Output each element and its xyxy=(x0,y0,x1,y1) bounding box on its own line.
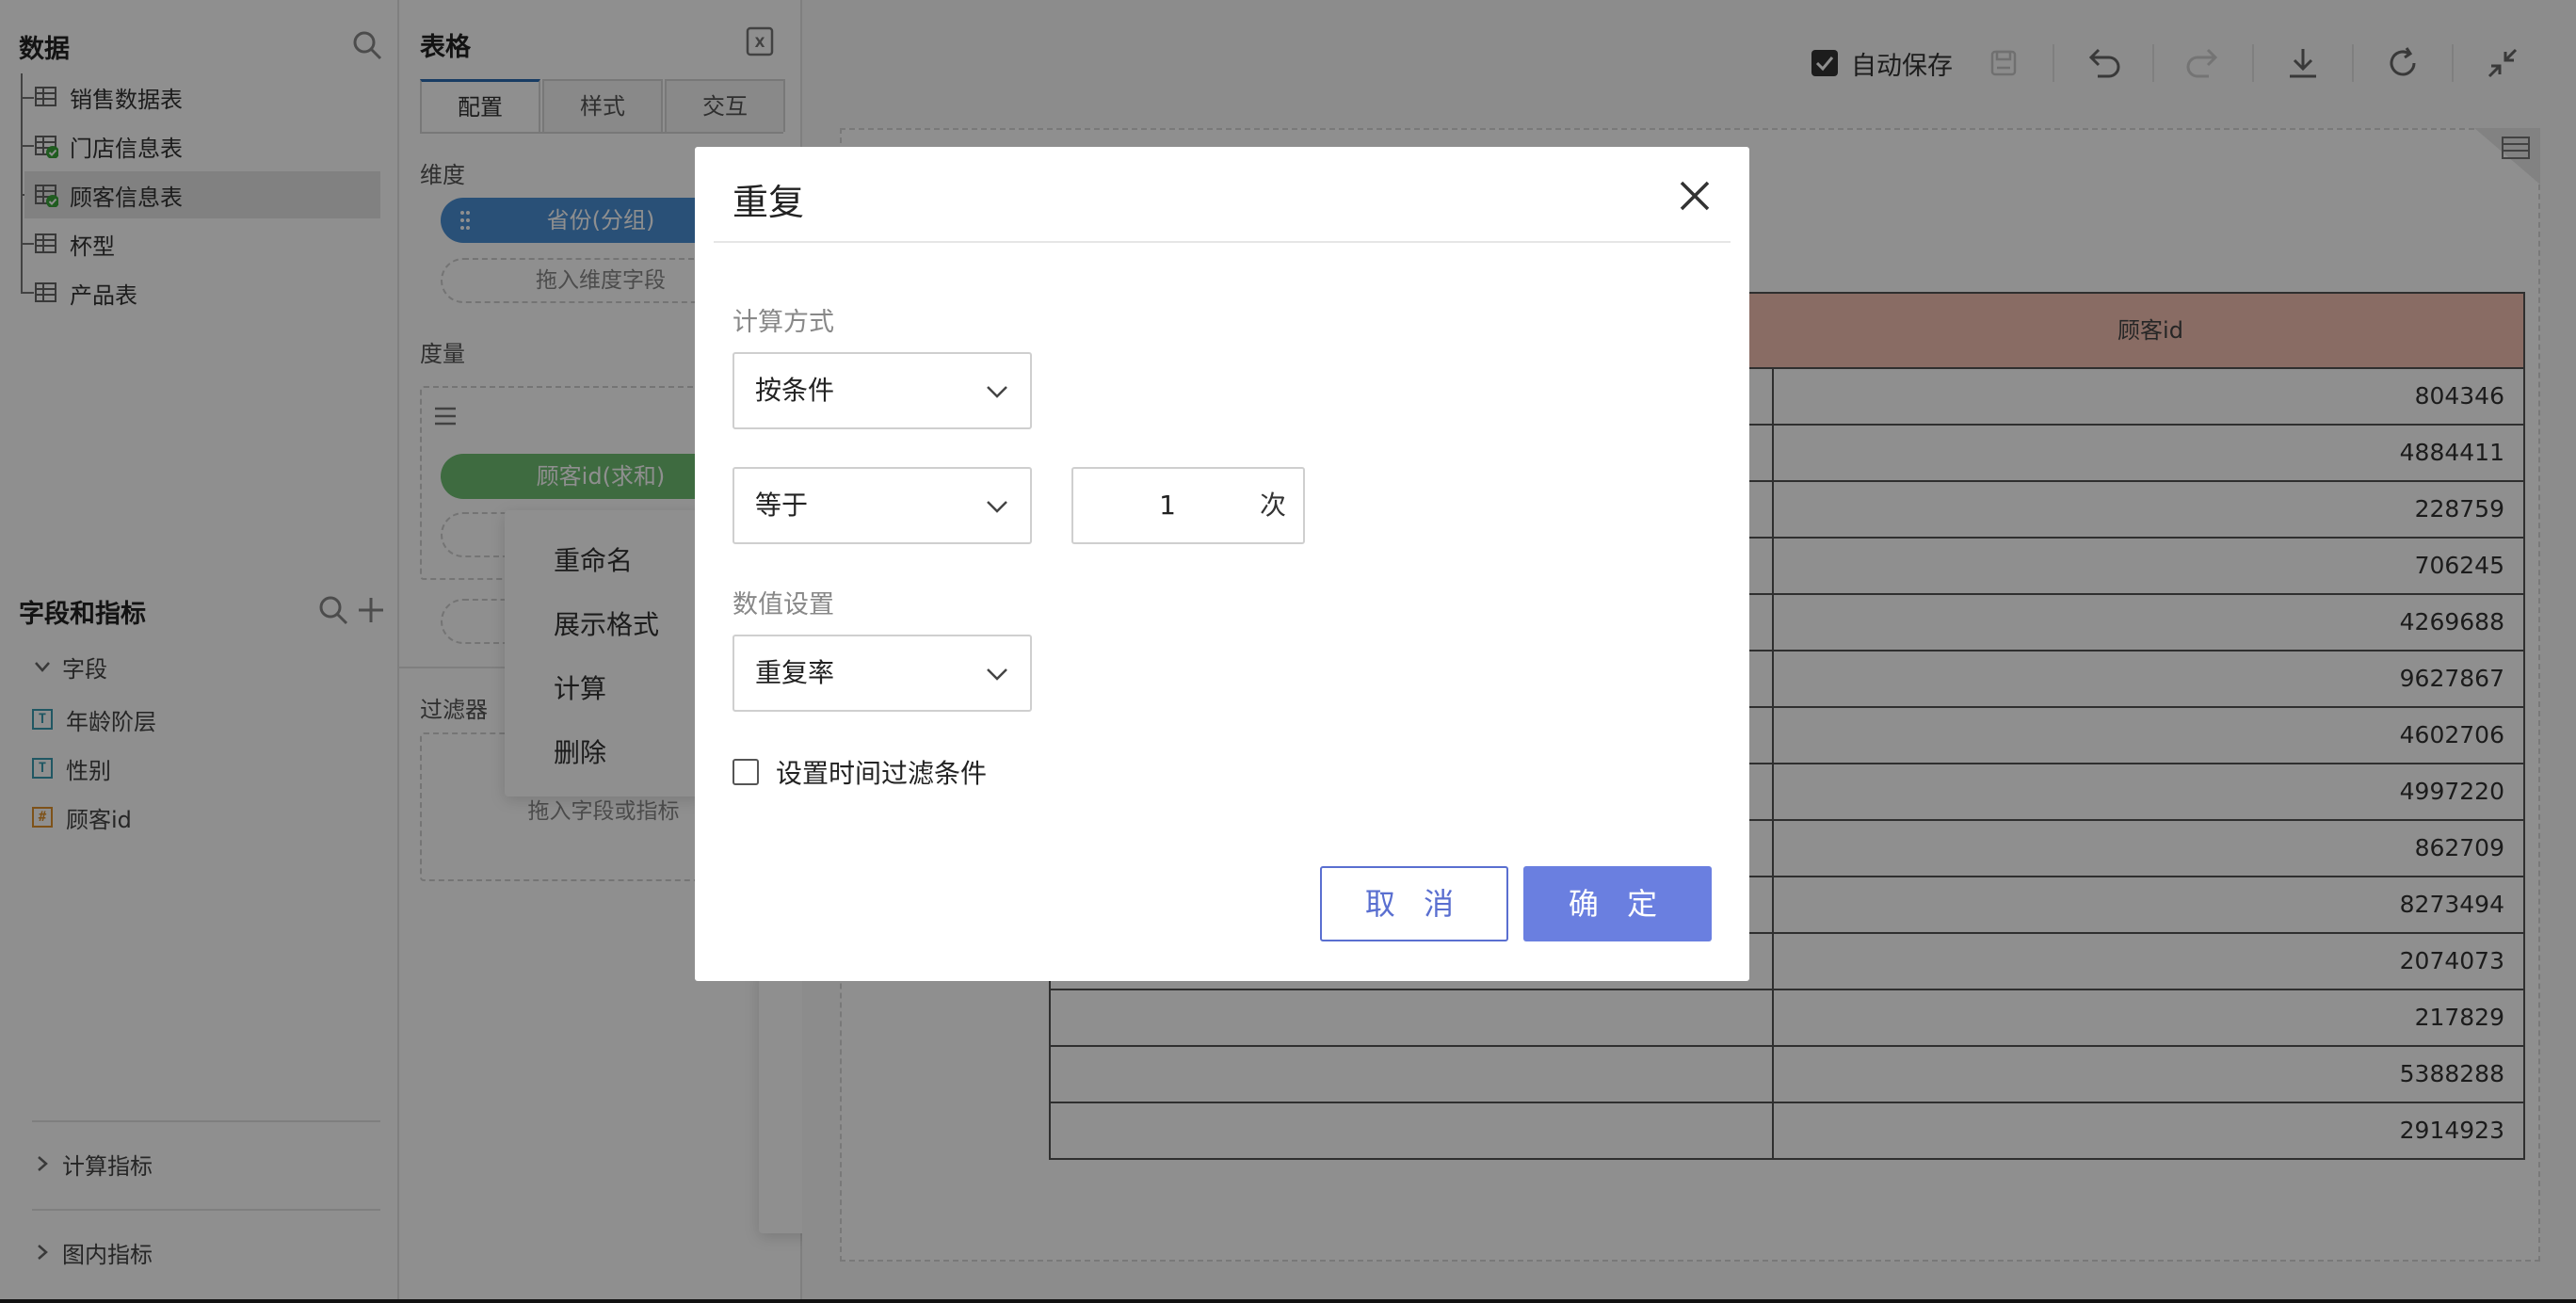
dialog-divider xyxy=(714,241,1731,243)
close-icon[interactable] xyxy=(1672,173,1717,218)
repeat-dialog: 重复 计算方式 按条件 等于 1 次 数值设置 重复率 设置时间过滤条件 取 消… xyxy=(695,147,1749,981)
app-root: 数据 销售数据表 门店信息表 顾客信息表 杯型 产品表 字段和指标 字段 T 年龄阶层 T 性… xyxy=(0,0,2576,1303)
operator-select[interactable]: 等于 xyxy=(733,467,1032,544)
time-filter-label: 设置时间过滤条件 xyxy=(776,758,988,789)
confirm-button[interactable]: 确 定 xyxy=(1523,866,1712,941)
operator-value: 等于 xyxy=(755,490,809,521)
cancel-button[interactable]: 取 消 xyxy=(1320,866,1508,941)
chevron-down-icon xyxy=(987,501,1007,513)
calc-method-select[interactable]: 按条件 xyxy=(733,352,1032,429)
value-setting-value: 重复率 xyxy=(755,657,835,688)
value-setting-select[interactable]: 重复率 xyxy=(733,635,1032,712)
chevron-down-icon xyxy=(987,668,1007,681)
dialog-title: 重复 xyxy=(733,182,805,223)
time-filter-checkbox[interactable] xyxy=(733,759,759,785)
repeat-count-value[interactable]: 1 xyxy=(1073,469,1262,542)
value-setting-label: 数值设置 xyxy=(733,590,834,619)
chevron-down-icon xyxy=(987,386,1007,398)
calc-method-label: 计算方式 xyxy=(733,308,834,337)
calc-method-value: 按条件 xyxy=(755,375,835,406)
window-bottom-edge xyxy=(0,1299,2576,1303)
repeat-count-input[interactable]: 1 次 xyxy=(1071,467,1305,544)
repeat-count-unit: 次 xyxy=(1259,490,1286,521)
time-filter-option[interactable]: 设置时间过滤条件 xyxy=(733,753,987,791)
